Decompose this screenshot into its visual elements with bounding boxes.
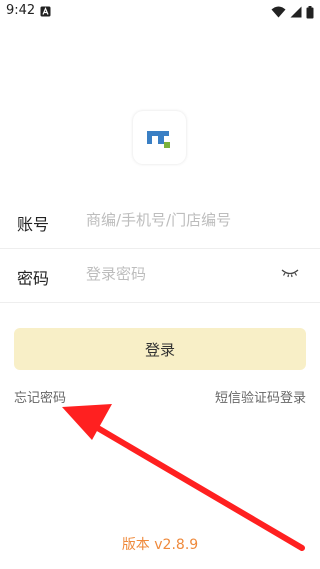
password-row: 密码 <box>0 248 320 302</box>
app-logo <box>133 111 186 164</box>
status-bar: 9:42 <box>0 0 320 24</box>
signal-icon <box>290 6 302 18</box>
eye-closed-icon[interactable] <box>280 266 300 280</box>
app-logo-icon <box>147 131 170 148</box>
account-row: 账号 <box>0 194 320 248</box>
account-input[interactable] <box>86 207 276 233</box>
version-number: v2.8.9 <box>154 537 199 553</box>
password-label: 密码 <box>17 269 50 288</box>
wifi-icon <box>271 6 286 18</box>
status-icons <box>271 5 314 19</box>
battery-icon <box>306 5 314 18</box>
account-label: 账号 <box>17 215 50 234</box>
password-input[interactable] <box>86 261 276 287</box>
forgot-password-link[interactable]: 忘记密码 <box>14 387 66 406</box>
version-prefix: 版本 <box>121 537 150 553</box>
login-button[interactable]: 登录 <box>14 328 306 370</box>
status-time: 9:42 <box>6 3 36 18</box>
password-divider <box>0 302 320 303</box>
app-version: 版本 v2.8.9 <box>0 534 320 554</box>
sms-login-link[interactable]: 短信验证码登录 <box>215 387 306 406</box>
notification-a-icon <box>40 6 51 17</box>
